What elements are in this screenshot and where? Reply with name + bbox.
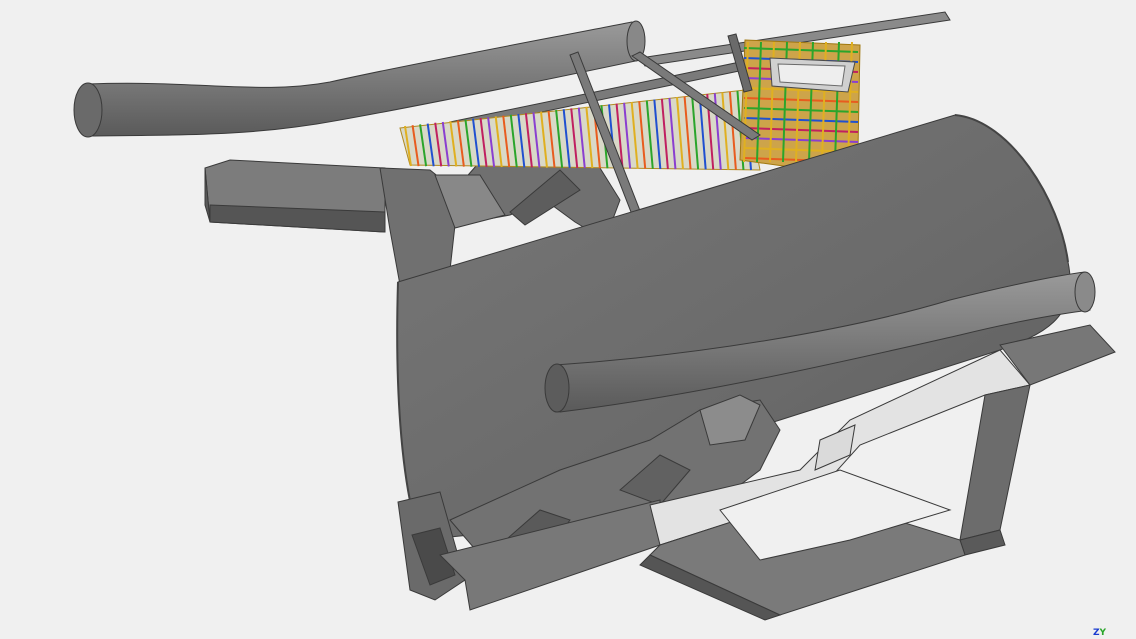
axis-gizmo-icon: ZY xyxy=(1093,629,1106,638)
left-box-tunnel[interactable] xyxy=(204,159,386,233)
3d-model-viewport[interactable] xyxy=(0,0,1136,639)
axis-y-label: Y xyxy=(1099,628,1106,638)
